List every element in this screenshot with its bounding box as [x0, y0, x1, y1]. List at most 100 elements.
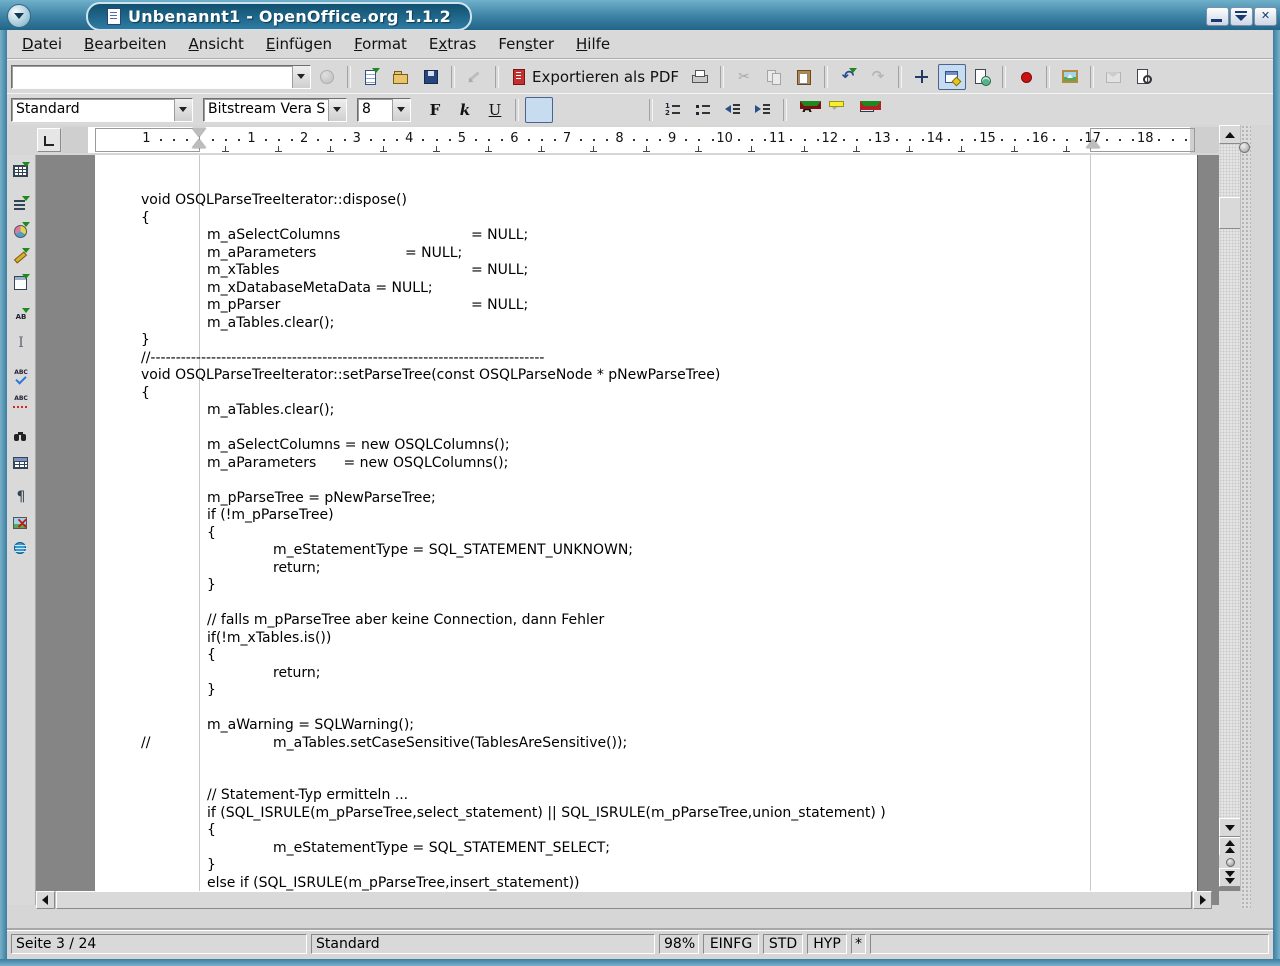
menu-datei[interactable]: Datei: [11, 32, 73, 56]
close-button[interactable]: ✕: [1254, 7, 1277, 26]
ruler-number: 16: [1032, 131, 1049, 146]
menu-format[interactable]: Format: [343, 32, 418, 56]
increase-indent-button[interactable]: [749, 97, 777, 123]
stylist-button[interactable]: [938, 64, 966, 90]
hyperlink-dialog-button[interactable]: [968, 64, 996, 90]
font-dropdown-button[interactable]: [328, 99, 346, 121]
page-preview-button[interactable]: [1130, 64, 1158, 90]
grip-dot[interactable]: [1239, 142, 1250, 153]
insert-table-button[interactable]: [9, 159, 33, 183]
direct-cursor-button[interactable]: I: [9, 331, 33, 355]
gallery-button[interactable]: [1056, 64, 1084, 90]
highlighting-button[interactable]: [823, 97, 851, 123]
align-right-button[interactable]: [585, 97, 613, 123]
font-size-combo[interactable]: 8: [357, 98, 411, 122]
nonprinting-characters-button[interactable]: ¶: [9, 485, 33, 509]
first-line-indent-marker[interactable]: [192, 128, 206, 137]
page-style-field[interactable]: Standard: [311, 934, 655, 954]
scroll-right-button[interactable]: [1193, 891, 1212, 909]
menu-ansicht[interactable]: Ansicht: [177, 32, 254, 56]
mail-button[interactable]: [1100, 64, 1128, 90]
insert-object-button[interactable]: [9, 219, 33, 243]
system-menu-button[interactable]: [7, 4, 31, 28]
form-icon: [12, 274, 30, 292]
url-input[interactable]: [11, 65, 311, 89]
menu-bearbeiten[interactable]: Bearbeiten: [73, 32, 177, 56]
auto-spellcheck-button[interactable]: ABC: [9, 391, 33, 415]
font-name-combo[interactable]: Bitstream Vera S: [203, 98, 347, 122]
navigator-button[interactable]: [908, 64, 936, 90]
tab-type-selector[interactable]: [37, 128, 61, 152]
style-dropdown-button[interactable]: [174, 99, 192, 121]
vertical-scroll-thumb[interactable]: [1219, 197, 1241, 229]
right-indent-marker[interactable]: [1086, 139, 1100, 148]
align-justify-button[interactable]: [615, 97, 643, 123]
spellcheck-button[interactable]: ABC: [9, 365, 33, 389]
mail-icon: [1105, 68, 1123, 86]
graphics-onoff-button[interactable]: [9, 511, 33, 535]
online-layout-button[interactable]: [9, 537, 33, 561]
toolbar-separator: [720, 66, 724, 88]
left-indent-marker[interactable]: [192, 139, 206, 148]
menu-fenster[interactable]: Fenster: [487, 32, 565, 56]
previous-page-button[interactable]: [1219, 837, 1241, 856]
page-indicator[interactable]: Seite 3 / 24: [11, 934, 307, 954]
paragraph-background-button[interactable]: [853, 97, 881, 123]
align-left-button[interactable]: [525, 97, 553, 123]
form-functions-button[interactable]: [9, 271, 33, 295]
edit-file-button[interactable]: [461, 64, 489, 90]
scroll-left-button[interactable]: [36, 891, 55, 909]
menu-einfuegen[interactable]: Einfügen: [255, 32, 343, 56]
document-text[interactable]: void OSQLParseTreeIterator::dispose() { …: [141, 192, 886, 905]
decrease-indent-button[interactable]: [719, 97, 747, 123]
underline-button[interactable]: U: [481, 97, 509, 123]
numbered-list-button[interactable]: [659, 97, 687, 123]
undo-icon: ↶: [839, 68, 857, 86]
titlebar[interactable]: Unbenannt1 - OpenOffice.org 1.1.2 ✕: [0, 0, 1280, 31]
save-button[interactable]: [417, 64, 445, 90]
italic-button[interactable]: k: [451, 97, 479, 123]
hyperlink-mode[interactable]: HYP: [807, 934, 847, 954]
scroll-up-button[interactable]: [1219, 125, 1241, 144]
minimize-button[interactable]: [1206, 7, 1229, 26]
export-pdf-button[interactable]: Exportieren als PDF: [505, 64, 684, 90]
find-replace-button[interactable]: [9, 425, 33, 449]
copy-button[interactable]: [760, 64, 788, 90]
redo-button[interactable]: ↷: [864, 64, 892, 90]
ruler-tick: [422, 139, 424, 141]
print-button[interactable]: [686, 64, 714, 90]
cut-button[interactable]: ✂: [730, 64, 758, 90]
autotext-button[interactable]: AB: [9, 305, 33, 329]
ruler-tick: [278, 139, 280, 141]
maximize-button[interactable]: [1230, 7, 1253, 26]
next-page-button[interactable]: [1219, 868, 1241, 887]
bold-button[interactable]: F: [421, 97, 449, 123]
open-button[interactable]: [387, 64, 415, 90]
document-view[interactable]: void OSQLParseTreeIterator::dispose() { …: [36, 155, 1240, 905]
horizontal-ruler[interactable]: 1123456789101112131415161718: [62, 127, 1222, 153]
new-document-button[interactable]: [357, 64, 385, 90]
draw-functions-button[interactable]: [9, 245, 33, 269]
bullet-list-button[interactable]: [689, 97, 717, 123]
align-center-button[interactable]: [555, 97, 583, 123]
menu-extras[interactable]: Extras: [418, 32, 487, 56]
url-dropdown-button[interactable]: [292, 66, 310, 88]
undo-button[interactable]: ↶: [834, 64, 862, 90]
record-macro-button[interactable]: [1012, 64, 1040, 90]
menu-hilfe[interactable]: Hilfe: [565, 32, 621, 56]
navigation-button[interactable]: [1219, 855, 1241, 868]
vertical-scrollbar[interactable]: [1219, 125, 1241, 887]
paragraph-style-combo[interactable]: Standard: [11, 98, 193, 122]
font-color-button[interactable]: A: [793, 97, 821, 123]
insert-button[interactable]: [9, 193, 33, 217]
zoom-level[interactable]: 98%: [659, 934, 699, 954]
horizontal-scroll-thumb[interactable]: [56, 891, 1192, 909]
size-dropdown-button[interactable]: [392, 99, 410, 121]
scroll-down-button[interactable]: [1219, 818, 1241, 837]
selection-mode[interactable]: STD: [763, 934, 803, 954]
stop-button[interactable]: [313, 64, 341, 90]
paste-button[interactable]: [790, 64, 818, 90]
insert-mode[interactable]: EINFG: [703, 934, 759, 954]
horizontal-scrollbar[interactable]: [36, 891, 1212, 909]
data-sources-button[interactable]: [9, 451, 33, 475]
